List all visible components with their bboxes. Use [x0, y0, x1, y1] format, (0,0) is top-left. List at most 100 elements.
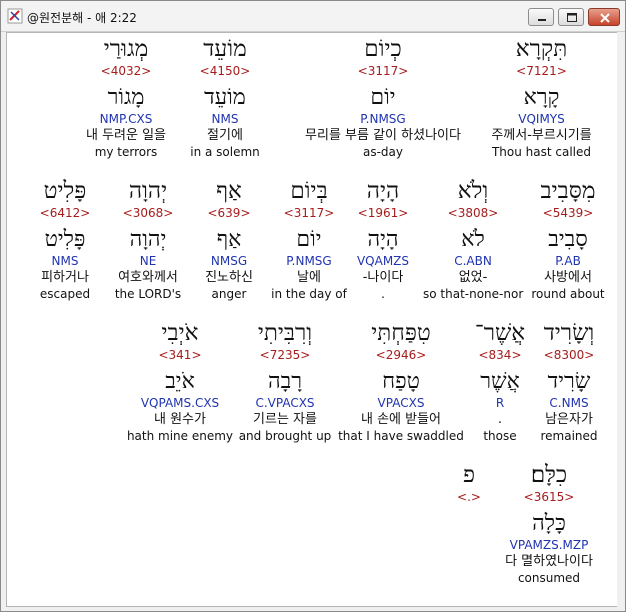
word-block[interactable]: תִּקְרָא <7121> קָרָא VQIMYS 주께서-부르시기를 T…: [479, 35, 604, 160]
korean-gloss: 다 멸하였나이다: [505, 554, 593, 569]
korean-gloss: -나이다: [362, 270, 404, 285]
word-block[interactable]: מְגוּרַי <4032> מָגוֹר NMP.CXS 내 두려운 일을 …: [71, 35, 181, 160]
hebrew-lemma: טָפַח: [382, 369, 420, 394]
hebrew-lemma: שָׂרִיד: [547, 369, 591, 394]
english-gloss: escaped: [39, 287, 91, 301]
hebrew-surface: תִּקְרָא: [515, 36, 568, 62]
english-gloss: hath mine enemy: [126, 429, 234, 443]
hebrew-surface: אַף: [216, 178, 242, 204]
korean-gloss: 기르는 자를: [253, 412, 317, 427]
hebrew-lemma: לֹא: [461, 227, 485, 252]
strong-number: <3068>: [122, 206, 174, 220]
hebrew-lemma: קָרָא: [523, 85, 560, 110]
strong-number: <3615>: [523, 490, 575, 504]
strong-number: <.>: [457, 490, 481, 504]
english-gloss: that I have swaddled: [338, 429, 464, 443]
hebrew-surface: אֲשֶׁר־: [474, 320, 526, 346]
morphology: VQAMZS: [356, 254, 410, 268]
english-gloss: as-day: [362, 145, 403, 159]
hebrew-surface: אֹיְבִי: [161, 320, 199, 346]
maximize-button[interactable]: [558, 8, 584, 26]
morphology: NMS: [211, 112, 239, 126]
word-block[interactable]: אֹיְבִי <341> אֹיֵב VQPAMS.CXS 내 원수가 hat…: [125, 319, 235, 444]
word-block[interactable]: כְיוֹם <3117> יוֹם P.NMSG 무리를 부름 같이 하셨나이…: [297, 35, 469, 160]
english-gloss: the LORD's: [114, 287, 182, 301]
korean-gloss: 주께서-부르시기를: [491, 128, 592, 143]
morphology: VQPAMS.CXS: [140, 396, 220, 410]
hebrew-lemma: כָּלָה: [532, 511, 566, 536]
hebrew-surface: פ: [462, 462, 476, 488]
title-bar[interactable]: @원전분해 - 애 2:22: [1, 1, 625, 32]
strong-number: <2946>: [375, 348, 427, 362]
morphology: P.AB: [555, 254, 581, 268]
morphology: VPACXS: [377, 396, 425, 410]
maximize-icon: [567, 13, 577, 22]
hebrew-lemma: יוֹם: [296, 227, 322, 252]
korean-gloss: 절기에: [207, 128, 243, 143]
hebrew-lemma: אַף: [216, 227, 242, 252]
korean-gloss: 내 손에 받들어: [360, 412, 442, 427]
korean-gloss: 사방에서: [544, 270, 592, 285]
word-block[interactable]: פ <.>: [451, 461, 487, 505]
strong-number: <3117>: [357, 64, 409, 78]
korean-gloss: 여호와께서: [118, 270, 178, 285]
hebrew-lemma: הָיָה: [367, 227, 399, 252]
korean-gloss: 날에: [297, 270, 321, 285]
english-gloss: my terrors: [94, 145, 158, 159]
korean-gloss: 내 원수가: [154, 412, 206, 427]
strong-number: <8300>: [543, 348, 595, 362]
close-button[interactable]: [588, 8, 620, 26]
hebrew-surface: וְרִבִּיתִי: [257, 320, 313, 346]
english-gloss: .: [381, 287, 385, 301]
korean-gloss: .: [497, 412, 503, 427]
hebrew-surface: מוֹעֵד: [203, 36, 247, 62]
strong-number: <6412>: [39, 206, 91, 220]
morphology: NMS: [51, 254, 79, 268]
hebrew-lemma: יוֹם: [370, 85, 396, 110]
hebrew-surface: כִלָּם׃: [530, 462, 568, 488]
hebrew-surface: מִסָּבִיב: [540, 178, 596, 204]
window-edge: [617, 32, 625, 607]
word-block[interactable]: כִלָּם׃ <3615> כָּלָה VPAMZS.MZP 다 멸하였나이…: [491, 461, 607, 586]
hebrew-surface: וְלֹא: [457, 178, 489, 204]
hebrew-surface: טִפַּחְתִּי: [371, 320, 431, 346]
app-window: @원전분해 - 애 2:22 תִּקְרָא <7121> קָרָא VQI…: [0, 0, 626, 612]
hebrew-lemma: אֲשֶׁר: [480, 369, 520, 394]
minimize-icon: [538, 19, 546, 21]
hebrew-surface: יְהוָה: [128, 178, 168, 204]
interlinear-view[interactable]: תִּקְרָא <7121> קָרָא VQIMYS 주께서-부르시기를 T…: [6, 32, 619, 607]
strong-number: <3117>: [283, 206, 335, 220]
minimize-button[interactable]: [528, 8, 554, 26]
morphology: VQIMYS: [518, 112, 565, 126]
morphology: P.NMSG: [286, 254, 332, 268]
strong-number: <834>: [478, 348, 522, 362]
hebrew-lemma: מוֹעֵד: [204, 85, 246, 110]
hebrew-surface: מְגוּרַי: [103, 36, 149, 62]
close-icon: [600, 13, 610, 23]
app-icon: [7, 8, 23, 24]
hebrew-lemma: אֹיֵב: [165, 369, 195, 394]
word-block[interactable]: פָּלִיט <6412> פָּלִיט NMS 피하거나 escaped: [27, 177, 103, 302]
hebrew-surface: בְּיוֹם: [290, 178, 328, 204]
morphology: P.NMSG: [360, 112, 406, 126]
word-block[interactable]: מִסָּבִיב <5439> סָבִיב P.AB 사방에서 round …: [523, 177, 613, 302]
word-block[interactable]: בְּיוֹם <3117> יוֹם P.NMSG 날에 in the day…: [267, 177, 351, 302]
strong-number: <7121>: [516, 64, 567, 78]
word-block[interactable]: אַף <639> אַף NMSG 진노하신 anger: [197, 177, 261, 302]
hebrew-surface: וְשָׂרִיד: [543, 320, 595, 346]
word-block[interactable]: וְשָׂרִיד <8300> שָׂרִיד C.NMS 남은자가 rema…: [527, 319, 611, 444]
strong-number: <341>: [158, 348, 202, 362]
word-block[interactable]: מוֹעֵד <4150> מוֹעֵד NMS 절기에 in a solemn: [183, 35, 267, 160]
word-block[interactable]: טִפַּחְתִּי <2946> טָפַח VPACXS 내 손에 받들어…: [337, 319, 465, 444]
word-block[interactable]: אֲשֶׁר־ <834> אֲשֶׁר R . those: [467, 319, 533, 444]
word-block[interactable]: הָיָה <1961> הָיָה VQAMZS -나이다 .: [347, 177, 419, 302]
morphology: R: [495, 396, 505, 410]
korean-gloss: 내 두려운 일을: [85, 128, 167, 143]
korean-gloss: 없었-: [458, 270, 488, 285]
korean-gloss: 무리를 부름 같이 하셨나이다: [305, 128, 461, 143]
word-block[interactable]: וְלֹא <3808> לֹא C.ABN 없었- so that-none-…: [423, 177, 523, 302]
morphology: NE: [139, 254, 157, 268]
word-block[interactable]: וְרִבִּיתִי <7235> רָבָה C.VPACXS 기르는 자를…: [237, 319, 333, 444]
strong-number: <4032>: [100, 64, 152, 78]
word-block[interactable]: יְהוָה <3068> יְהוָה NE 여호와께서 the LORD's: [107, 177, 189, 302]
